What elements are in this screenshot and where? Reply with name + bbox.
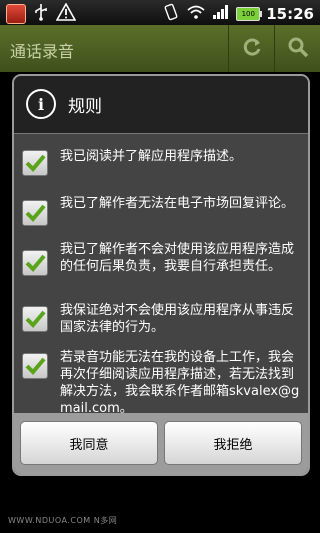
refresh-button[interactable] (228, 25, 275, 72)
rule-text-4: 我保证绝对不会使用该应用程序从事违反国家法律的行为。 (60, 303, 295, 335)
watermark: WWW.NDUOA.COM N多网 (8, 516, 118, 525)
app-title: 通话录音 (10, 42, 75, 61)
rule-checkbox-2[interactable] (22, 200, 48, 226)
search-icon (287, 36, 309, 62)
agree-button[interactable]: 我同意 (20, 421, 158, 465)
checkmark-icon (25, 254, 46, 272)
refuse-button[interactable]: 我拒绝 (164, 421, 302, 465)
checkmark-icon (25, 154, 46, 172)
rule-checkbox-4[interactable] (22, 306, 48, 332)
search-button[interactable] (274, 25, 320, 72)
refresh-icon (241, 36, 263, 62)
rule-text-5: 若录音功能无法在我的设备上工作，我会再次仔细阅读应用程序描述，若无法找到解决方法… (60, 350, 300, 416)
app-notification-icon (6, 4, 26, 24)
rule-checkbox-3[interactable] (22, 250, 48, 276)
rule-text-2: 我已了解作者无法在电子市场回复评论。 (60, 196, 295, 211)
warning-icon (55, 2, 77, 25)
status-bar: 100 15:26 (0, 0, 320, 25)
signal-icon (212, 4, 230, 24)
wifi-icon (186, 4, 206, 24)
checkmark-icon (25, 204, 46, 222)
info-icon: i (26, 89, 56, 119)
dialog-title: 规则 (68, 97, 102, 117)
dialog-header: i 规则 (14, 76, 308, 134)
app-title-bar: 通话录音 (0, 25, 320, 72)
usb-icon (34, 3, 48, 25)
rule-checkbox-5[interactable] (22, 353, 48, 379)
battery-icon: 100 (236, 7, 263, 21)
clock: 15:26 (266, 5, 314, 23)
rules-dialog: i 规则 我已阅读并了解应用程序描述。 我已了解作者无法在电子市场回复评论。 我… (12, 74, 310, 476)
checkmark-icon (25, 357, 46, 375)
rule-checkbox-1[interactable] (22, 150, 48, 176)
rule-text-1: 我已阅读并了解应用程序描述。 (60, 149, 243, 164)
rule-text-3: 我已了解作者不会对使用该应用程序造成的任何后果负责，我要自行承担责任。 (60, 242, 295, 274)
dialog-button-bar: 我同意 我拒绝 (14, 413, 308, 474)
vibrate-icon (162, 3, 180, 25)
checkmark-icon (25, 310, 46, 328)
